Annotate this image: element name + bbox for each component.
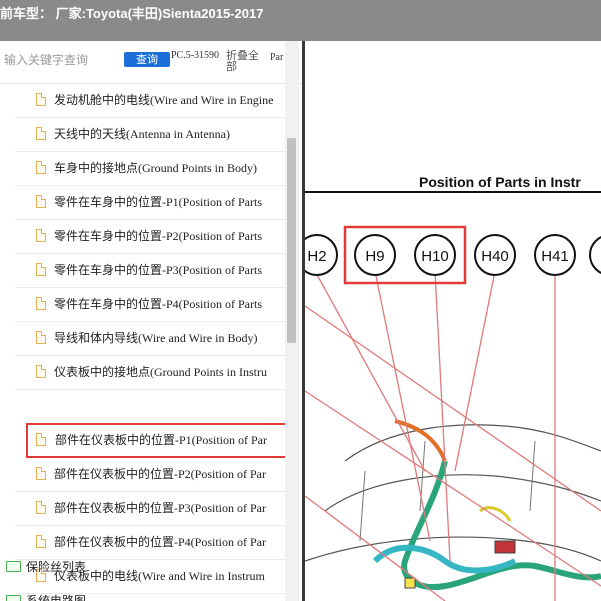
pc-code-label: PC.5-31590 xyxy=(171,50,220,61)
leader-line xyxy=(454,270,496,472)
tree-item-label: 车身中的接地点(Ground Points in Body) xyxy=(54,161,258,175)
document-icon xyxy=(36,467,46,480)
tree-item[interactable]: 零件在车身中的位置-P3(Position of Parts xyxy=(15,253,285,288)
document-icon xyxy=(36,365,46,378)
tree-item-label: 零件在车身中的位置-P4(Position of Parts xyxy=(54,297,263,311)
leader-line xyxy=(314,270,426,472)
tree-folder-label: 保险丝列表 xyxy=(26,560,87,574)
dashboard-outline xyxy=(324,474,601,512)
document-viewer: Position of Parts in Instr H2 H9 H10 H40 xyxy=(305,41,601,601)
diagram-heading: Position of Parts in Instr xyxy=(419,174,581,190)
leader-line xyxy=(374,270,431,542)
tree-item-label: 部件在仪表板中的位置-P3(Position of Par xyxy=(54,501,267,515)
connector-label: H40 xyxy=(481,248,509,265)
document-icon xyxy=(36,195,46,208)
document-icon xyxy=(36,433,46,446)
title-bar: 前车型： 厂家:Toyota(丰田)Sienta2015-2017 xyxy=(0,0,601,41)
sidebar-scrollbar[interactable] xyxy=(285,41,299,601)
connector-label: H2 xyxy=(307,248,326,265)
collapse-all-button[interactable]: 折叠全部 xyxy=(226,50,264,72)
search-bar: 查询 PC.5-31590 折叠全部 Par xyxy=(0,41,302,84)
document-icon xyxy=(36,297,46,310)
document-icon xyxy=(36,501,46,514)
tree-item[interactable]: 部件在仪表板中的位置-P2(Position of Par xyxy=(15,457,285,492)
leader-line xyxy=(305,390,601,587)
document-icon xyxy=(36,93,46,106)
folder-icon xyxy=(6,561,21,572)
folder-icon xyxy=(6,595,21,601)
tree-view: 发动机舱中的电线(Wire and Wire in Engine 天线中的天线(… xyxy=(0,83,290,601)
document-icon xyxy=(36,161,46,174)
document-icon xyxy=(36,535,46,548)
connector-bubble[interactable] xyxy=(589,235,601,275)
tree-item-label: 零件在车身中的位置-P2(Position of Parts xyxy=(54,229,263,243)
tree-item[interactable]: 零件在车身中的位置-P2(Position of Parts xyxy=(15,219,285,254)
tree-item[interactable]: 天线中的天线(Antenna in Antenna) xyxy=(15,117,285,152)
tree-item[interactable]: 零件在车身中的位置-P1(Position of Parts xyxy=(15,185,285,220)
tree-folder-circuit-diagrams[interactable]: 系统电路图 xyxy=(4,588,274,601)
tree-item[interactable]: 仪表板中的接地点(Ground Points in Instru xyxy=(15,355,285,390)
tree-item-selected[interactable]: 部件在仪表板中的位置-P1(Position of Par xyxy=(26,423,290,458)
tree-item-label: 天线中的天线(Antenna in Antenna) xyxy=(54,127,230,141)
wire-harness xyxy=(372,544,517,574)
connector-block xyxy=(404,577,416,589)
document-icon xyxy=(36,331,46,344)
wiring-diagram: Position of Parts in Instr H2 H9 H10 H40 xyxy=(305,174,601,601)
tree-item[interactable]: 发动机舱中的电线(Wire and Wire in Engine xyxy=(15,83,285,118)
tree-item-label: 部件在仪表板中的位置-P4(Position of Par xyxy=(54,535,267,549)
search-button[interactable]: 查询 xyxy=(124,52,170,67)
tree-item-label: 零件在车身中的位置-P3(Position of Parts xyxy=(54,263,263,277)
sidebar: 查询 PC.5-31590 折叠全部 Par 发动机舱中的电线(Wire and… xyxy=(0,41,302,601)
tree-item-label: 部件在仪表板中的位置-P1(Position of Par xyxy=(55,433,268,447)
document-icon xyxy=(36,127,46,140)
document-tab[interactable]: Par xyxy=(270,52,283,63)
tree-item[interactable]: 导线和体内导线(Wire and Wire in Body) xyxy=(15,321,285,356)
window-title: 前车型： 厂家:Toyota(丰田)Sienta2015-2017 xyxy=(0,6,264,21)
document-icon xyxy=(36,263,46,276)
connector-label: H41 xyxy=(541,248,569,265)
tree-item[interactable]: 零件在车身中的位置-P4(Position of Parts xyxy=(15,287,285,322)
connector-label: H10 xyxy=(421,248,449,265)
tree-item-label: 零件在车身中的位置-P1(Position of Parts xyxy=(54,195,263,209)
tree-item-label: 仪表板中的接地点(Ground Points in Instru xyxy=(54,365,268,379)
scrollbar-thumb[interactable] xyxy=(287,138,296,343)
tree-item[interactable]: 部件在仪表板中的位置-P3(Position of Par xyxy=(15,491,285,526)
search-input[interactable] xyxy=(4,53,116,67)
leader-line xyxy=(434,270,451,562)
tree-item[interactable]: 车身中的接地点(Ground Points in Body) xyxy=(15,151,285,186)
connector-label: H9 xyxy=(365,248,384,265)
leader-line xyxy=(305,305,601,512)
tree-folder-fuse-list[interactable]: 保险丝列表 xyxy=(4,554,274,578)
tree-item-label: 导线和体内导线(Wire and Wire in Body) xyxy=(54,331,258,345)
connector-block xyxy=(494,540,516,554)
tree-folder-label: 系统电路图 xyxy=(26,594,87,601)
tree-item-label: 发动机舱中的电线(Wire and Wire in Engine xyxy=(54,93,274,107)
document-icon xyxy=(36,229,46,242)
tree-item-label: 部件在仪表板中的位置-P2(Position of Par xyxy=(54,467,267,481)
